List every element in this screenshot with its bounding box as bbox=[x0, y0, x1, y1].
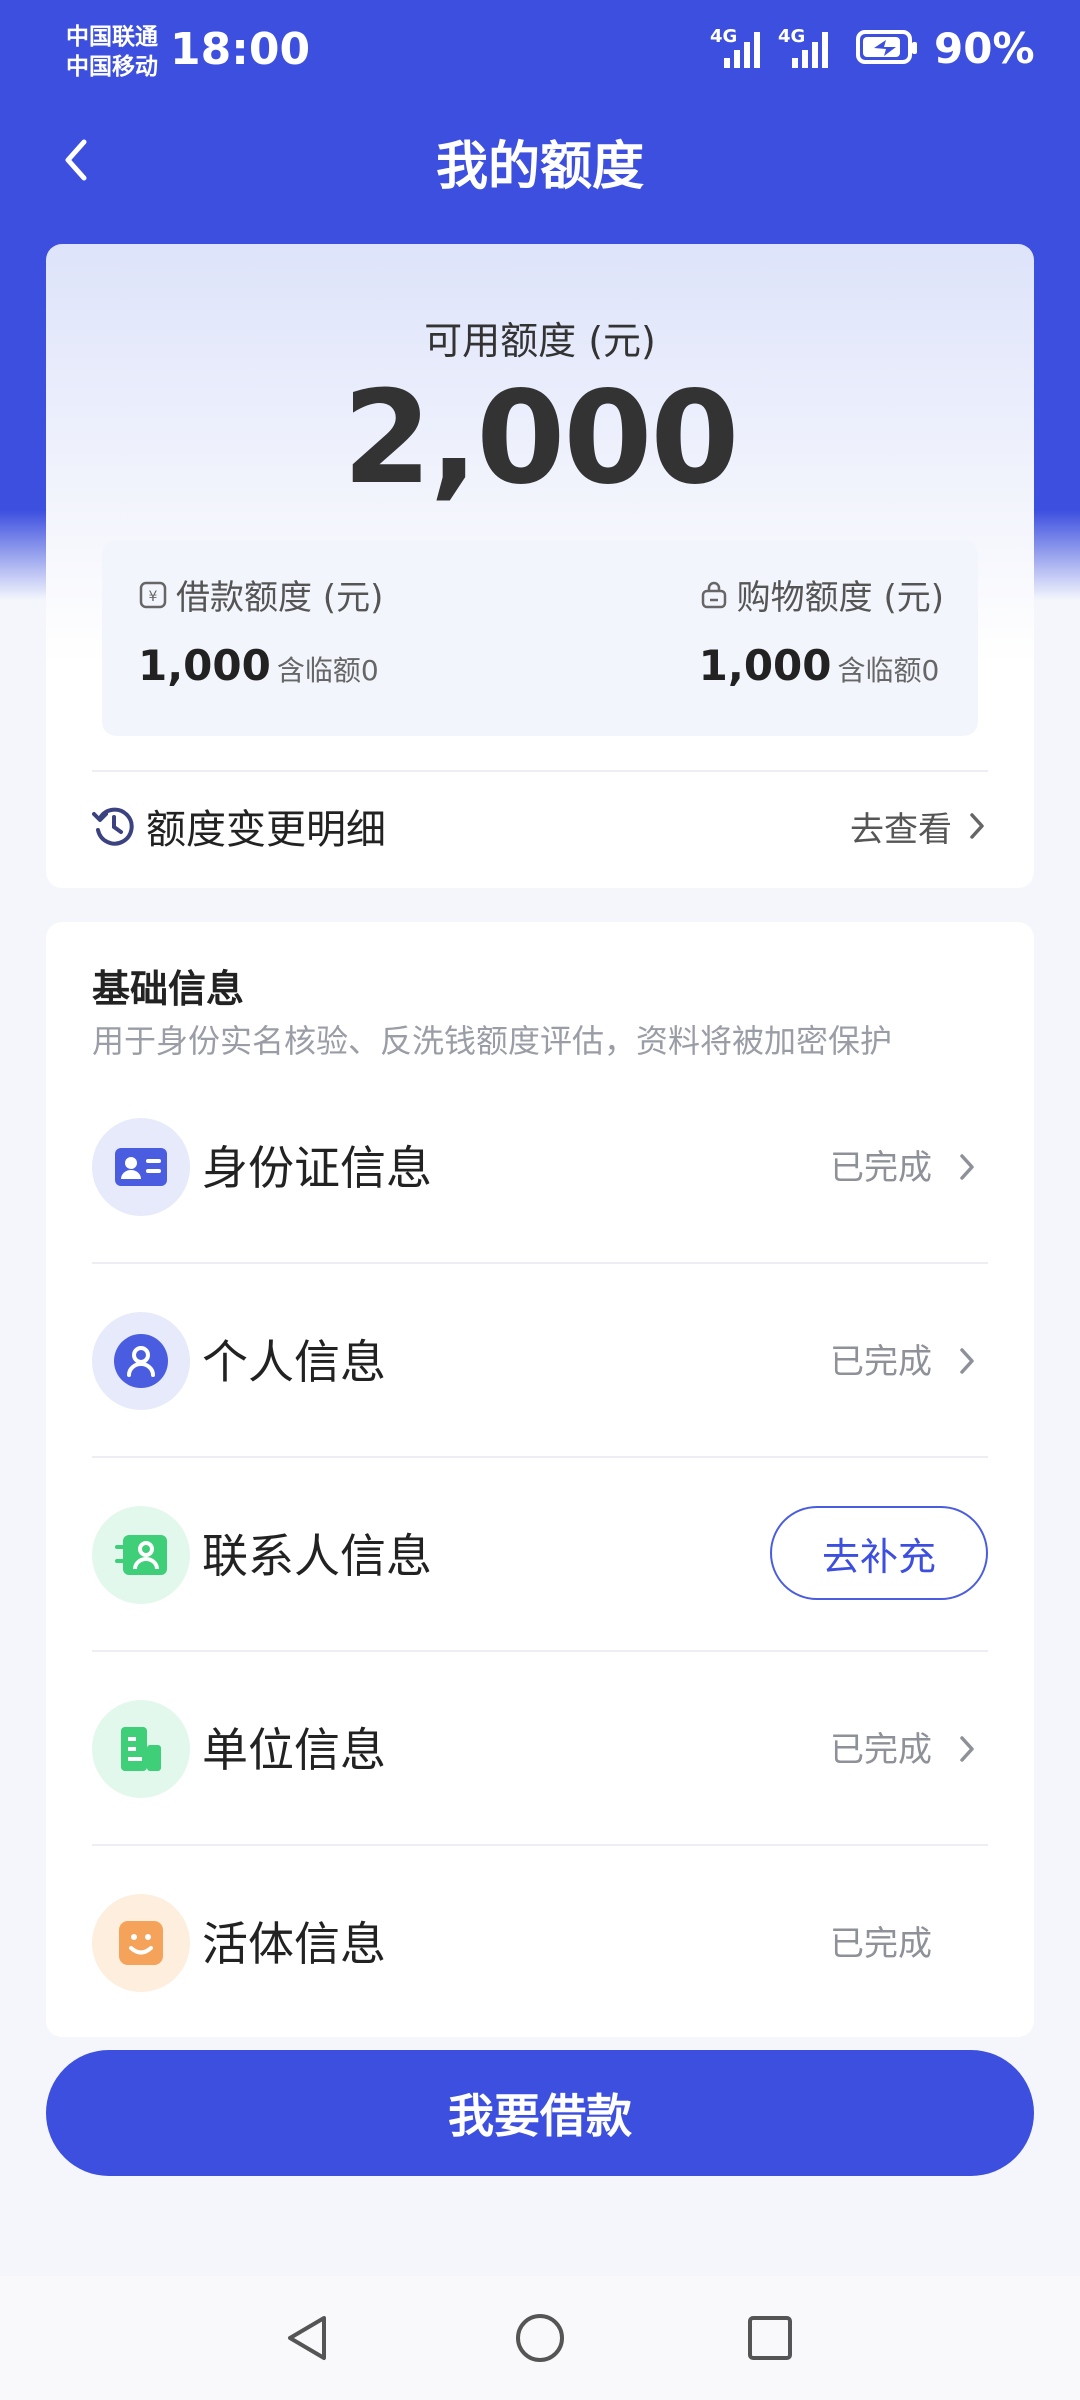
limit-history-row[interactable]: 额度变更明细 去查看 bbox=[92, 786, 988, 866]
view-history-link[interactable]: 去查看 bbox=[850, 786, 988, 866]
yuan-tag-icon: ¥ bbox=[139, 581, 167, 608]
limit-card: 可用额度 (元) 2,000 ¥ 借款额度 (元) 1,000 含临额0 购物额… bbox=[46, 244, 1034, 888]
available-limit-value: 2,000 bbox=[342, 364, 740, 513]
chevron-right-icon bbox=[960, 1154, 974, 1180]
id-card-icon bbox=[92, 1118, 190, 1216]
carrier-2: 中国移动 bbox=[66, 54, 158, 80]
status-time: 18:00 bbox=[170, 24, 311, 75]
square-recents-icon[interactable] bbox=[742, 2310, 798, 2366]
info-row-id-card[interactable]: 身份证信息 已完成 bbox=[92, 1070, 988, 1264]
loan-limit-note: 含临额0 bbox=[276, 654, 379, 687]
carrier-labels: 中国联通 中国移动 bbox=[66, 22, 158, 82]
divider bbox=[92, 770, 988, 772]
top-nav: 我的额度 bbox=[0, 110, 1080, 210]
building-icon bbox=[92, 1700, 190, 1798]
borrow-button[interactable]: 我要借款 bbox=[46, 2050, 1034, 2176]
info-row-company[interactable]: 单位信息 已完成 bbox=[92, 1652, 988, 1846]
shopping-limit-value: 1,000 bbox=[698, 641, 832, 690]
page-title: 我的额度 bbox=[435, 137, 644, 197]
info-row-contacts[interactable]: 联系人信息 去补充 bbox=[92, 1458, 988, 1652]
info-row-label: 联系人信息 bbox=[202, 1529, 432, 1583]
info-row-label: 单位信息 bbox=[202, 1723, 386, 1777]
supplement-button[interactable]: 去补充 bbox=[770, 1506, 988, 1600]
status-bar: 中国联通 中国移动 18:00 4G 4G 90% bbox=[0, 0, 1080, 110]
available-limit-label: 可用额度 (元) bbox=[424, 319, 656, 363]
loan-limit-label: 借款额度 (元) bbox=[176, 578, 384, 618]
status-text: 已完成 bbox=[830, 1730, 932, 1770]
person-icon bbox=[92, 1312, 190, 1410]
info-row-label: 身份证信息 bbox=[202, 1141, 432, 1195]
loan-limit: ¥ 借款额度 (元) 1,000 含临额0 bbox=[138, 570, 383, 690]
history-clock-icon bbox=[92, 807, 134, 846]
basic-info-description: 用于身份实名核验、反洗钱额度评估，资料将被加密保护 bbox=[92, 1022, 893, 1060]
status-text: 已完成 bbox=[830, 1148, 932, 1188]
basic-info-card: 基础信息 用于身份实名核验、反洗钱额度评估，资料将被加密保护 身份证信息 已完成 bbox=[46, 922, 1034, 2037]
info-row-liveness[interactable]: 活体信息 已完成 bbox=[92, 1846, 988, 2040]
face-smile-icon bbox=[92, 1894, 190, 1992]
charging-bolt-icon bbox=[874, 40, 896, 56]
basic-info-title: 基础信息 bbox=[92, 967, 245, 1011]
shopping-bag-icon bbox=[701, 581, 726, 608]
chevron-right-icon bbox=[970, 813, 984, 839]
circle-home-icon[interactable] bbox=[512, 2310, 568, 2366]
loan-limit-value: 1,000 bbox=[138, 641, 271, 690]
triangle-back-icon[interactable] bbox=[280, 2310, 336, 2366]
carrier-1: 中国联通 bbox=[66, 24, 158, 50]
info-row-label: 个人信息 bbox=[202, 1335, 386, 1389]
svg-text:¥: ¥ bbox=[149, 589, 158, 605]
status-text: 已完成 bbox=[830, 1924, 932, 1964]
contacts-icon bbox=[92, 1506, 190, 1604]
chevron-right-icon bbox=[960, 1736, 974, 1762]
limit-history-label: 额度变更明细 bbox=[146, 807, 386, 853]
shopping-limit-note: 含临额0 bbox=[837, 654, 940, 687]
view-history-text: 去查看 bbox=[850, 809, 952, 850]
chevron-right-icon bbox=[960, 1348, 974, 1374]
info-row-label: 活体信息 bbox=[202, 1917, 386, 1971]
info-row-personal[interactable]: 个人信息 已完成 bbox=[92, 1264, 988, 1458]
shopping-limit-label: 购物额度 (元) bbox=[736, 578, 944, 618]
status-text: 已完成 bbox=[830, 1342, 932, 1382]
limit-breakdown: ¥ 借款额度 (元) 1,000 含临额0 购物额度 (元) 1,000 含临额0 bbox=[102, 540, 978, 736]
battery-icon bbox=[856, 30, 917, 64]
system-nav-bar bbox=[0, 2276, 1080, 2400]
shopping-limit: 购物额度 (元) 1,000 含临额0 bbox=[699, 570, 944, 690]
battery-percent: 90% bbox=[934, 24, 1035, 73]
